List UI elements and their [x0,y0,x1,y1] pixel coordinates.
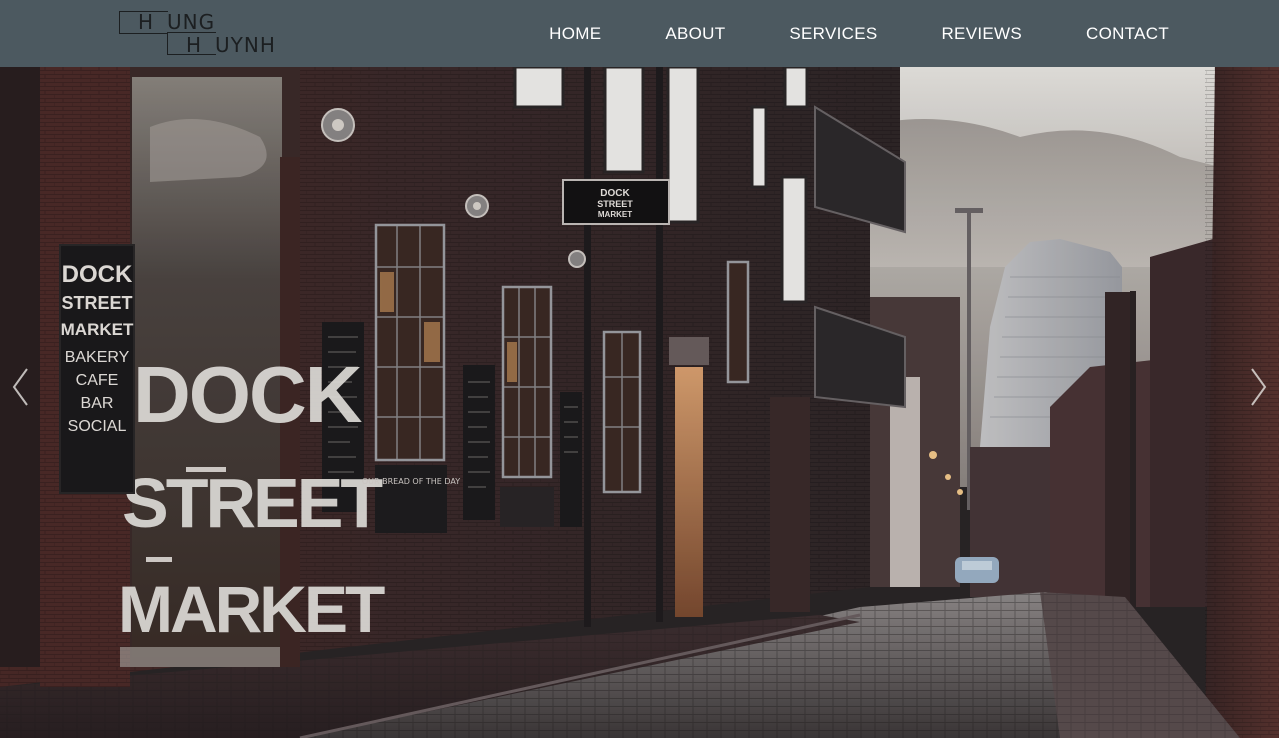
logo-first-rest: UNG [167,10,216,34]
hero-slideshow: DOCK STREET MARKET DOCK STREET MARKET BA… [0,67,1279,738]
site-header: H UNG H UYNH HOME ABOUT SERVICES REVIEWS… [0,0,1279,67]
logo-last-initial: H [186,33,202,57]
hero-image: DOCK STREET MARKET DOCK STREET MARKET BA… [0,67,1279,738]
carousel-prev-button[interactable] [0,352,40,422]
nav-about-link[interactable]: ABOUT [665,24,725,44]
nav-home-link[interactable]: HOME [549,24,601,44]
site-logo[interactable]: H UNG H UYNH [118,9,278,57]
logo-first-initial: H [138,10,154,34]
main-nav: HOME ABOUT SERVICES REVIEWS CONTACT [549,0,1169,67]
carousel-next-button[interactable] [1239,352,1279,422]
chevron-right-icon [1251,368,1267,406]
logo-last-rest: UYNH [215,33,276,57]
chevron-left-icon [12,368,28,406]
nav-reviews-link[interactable]: REVIEWS [941,24,1022,44]
nav-services-link[interactable]: SERVICES [789,24,877,44]
nav-contact-link[interactable]: CONTACT [1086,24,1169,44]
page: H UNG H UYNH HOME ABOUT SERVICES REVIEWS… [0,0,1279,738]
